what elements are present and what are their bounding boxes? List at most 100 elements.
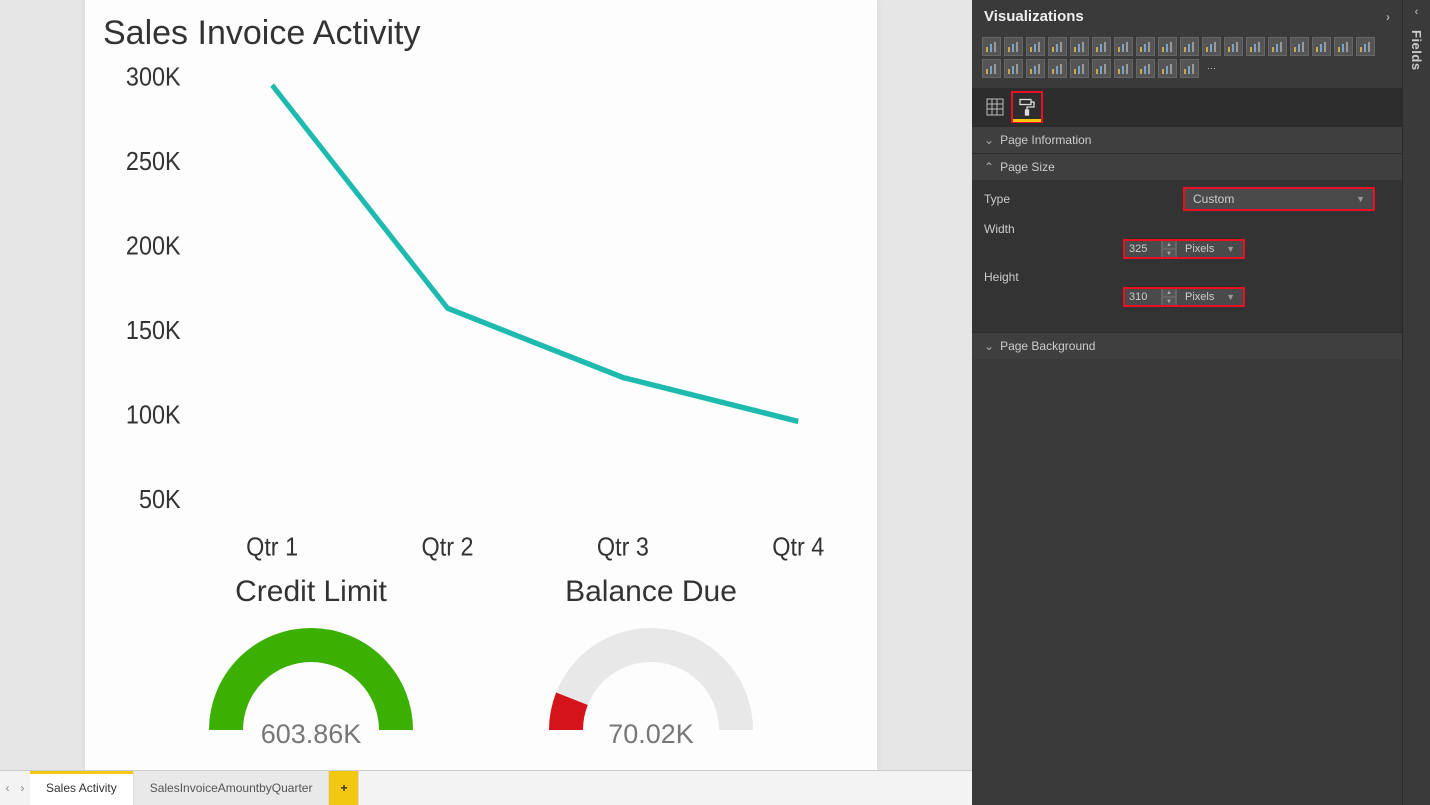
page-height-input[interactable]: ▲▼ Pixels ▼ <box>1124 288 1244 306</box>
viz-type-stacked-area-icon[interactable] <box>1158 37 1177 56</box>
y-tick-label: 150K <box>126 317 181 345</box>
y-tick-label: 200K <box>126 232 181 260</box>
viz-type-kpi-icon[interactable] <box>1114 59 1133 78</box>
chart-title: Sales Invoice Activity <box>85 0 877 55</box>
stepper-down-icon[interactable]: ▼ <box>1162 297 1176 306</box>
chevron-down-icon: ▼ <box>1226 292 1235 302</box>
stepper-up-icon[interactable]: ▲ <box>1162 240 1176 249</box>
viz-type-card-icon[interactable] <box>1070 59 1089 78</box>
viz-type-r-visual-icon[interactable] <box>1180 59 1199 78</box>
y-tick-label: 300K <box>126 63 181 91</box>
fields-pane-label: Fields <box>1409 30 1424 71</box>
height-field[interactable] <box>1124 288 1162 306</box>
gauge-icon <box>201 615 421 735</box>
chevron-down-icon: ▼ <box>1356 194 1365 204</box>
format-mode-button[interactable] <box>1012 92 1042 122</box>
kpi-value: 70.02K <box>541 719 761 750</box>
chevron-up-icon: ⌃ <box>984 160 994 174</box>
viz-type-donut-icon[interactable] <box>1312 37 1331 56</box>
viz-type-line-clustered-icon[interactable] <box>1180 37 1199 56</box>
viz-type-stacked-column-icon[interactable] <box>1026 37 1045 56</box>
viz-type-matrix-icon[interactable] <box>1004 59 1023 78</box>
line-series <box>272 85 798 421</box>
kpi-value: 603.86K <box>201 719 421 750</box>
viz-type-line-stacked-icon[interactable] <box>1202 37 1221 56</box>
viz-type-map-icon[interactable] <box>1356 37 1375 56</box>
x-tick-label: Qtr 3 <box>597 533 649 561</box>
page-tab-strip: ‹ › Sales Activity SalesInvoiceAmountbyQ… <box>0 770 972 805</box>
viz-type-waterfall-icon[interactable] <box>1246 37 1265 56</box>
viz-type-multi-row-card-icon[interactable] <box>1092 59 1111 78</box>
viz-type-table-icon[interactable] <box>982 59 1001 78</box>
page-size-section-header[interactable]: ⌃ Page Size <box>972 154 1402 180</box>
page-tab[interactable]: Sales Activity <box>30 771 134 805</box>
gauge-icon <box>541 615 761 735</box>
add-page-button[interactable]: + <box>329 771 359 805</box>
chevron-down-icon: ⌄ <box>984 339 994 353</box>
viz-type-line-icon[interactable] <box>1114 37 1133 56</box>
line-chart[interactable]: 300K 250K 200K 150K 100K 50K Qtr 1 Qtr 2… <box>85 55 877 575</box>
viz-type-treemap-icon[interactable] <box>1334 37 1353 56</box>
pane-title: Visualizations <box>984 8 1084 25</box>
y-tick-label: 50K <box>139 486 181 514</box>
tab-prev-button[interactable]: ‹ <box>0 771 15 805</box>
x-tick-label: Qtr 2 <box>422 533 474 561</box>
fields-mode-button[interactable] <box>980 92 1010 122</box>
kpi-credit-limit[interactable]: Credit Limit 603.86K <box>201 575 421 760</box>
viz-type-slicer-icon[interactable] <box>1136 59 1155 78</box>
stepper-down-icon[interactable]: ▼ <box>1162 249 1176 258</box>
more-visuals-icon[interactable]: ⋯ <box>1202 59 1221 78</box>
y-tick-label: 100K <box>126 401 181 429</box>
page-width-input[interactable]: ▲▼ Pixels ▼ <box>1124 240 1244 258</box>
viz-type-arcgis-icon[interactable] <box>1158 59 1177 78</box>
tab-next-button[interactable]: › <box>15 771 30 805</box>
stepper-up-icon[interactable]: ▲ <box>1162 288 1176 297</box>
page-tab[interactable]: SalesInvoiceAmountbyQuarter <box>134 771 330 805</box>
visualization-type-grid: ⋯ <box>972 33 1402 88</box>
kpi-row: Credit Limit 603.86K Balance Due 70 <box>85 575 877 770</box>
viz-type-scatter-icon[interactable] <box>1268 37 1287 56</box>
type-label: Type <box>984 192 1184 206</box>
viz-type-pie-icon[interactable] <box>1290 37 1309 56</box>
width-unit-dropdown[interactable]: Pixels ▼ <box>1176 240 1244 258</box>
page-information-section-header[interactable]: ⌄ Page Information <box>972 127 1402 153</box>
viz-type-clustered-bar-icon[interactable] <box>1004 37 1023 56</box>
page-size-type-dropdown[interactable]: Custom ▼ <box>1184 188 1374 210</box>
kpi-title: Credit Limit <box>201 575 421 609</box>
kpi-title: Balance Due <box>541 575 761 609</box>
viz-type-stacked-bar-icon[interactable] <box>982 37 1001 56</box>
chevron-right-icon[interactable]: › <box>1386 10 1390 24</box>
report-page: Sales Invoice Activity 300K 250K 200K 15… <box>85 0 877 770</box>
viz-type-clustered-column-100-icon[interactable] <box>1092 37 1111 56</box>
width-label: Width <box>984 222 1184 236</box>
viz-type-stacked-bar-100-icon[interactable] <box>1070 37 1089 56</box>
viz-type-gauge-icon[interactable] <box>1048 59 1067 78</box>
page-size-section-body: Type Custom ▼ Width ▲▼ Pixels ▼ <box>972 180 1402 332</box>
kpi-balance-due[interactable]: Balance Due 70.02K <box>541 575 761 760</box>
dropdown-value: Pixels <box>1185 243 1214 255</box>
grid-icon <box>986 98 1004 116</box>
visualizations-pane-header[interactable]: Visualizations › <box>972 0 1402 33</box>
chevron-down-icon: ⌄ <box>984 133 994 147</box>
height-unit-dropdown[interactable]: Pixels ▼ <box>1176 288 1244 306</box>
viz-type-area-icon[interactable] <box>1136 37 1155 56</box>
page-tab-label: Sales Activity <box>46 781 117 795</box>
x-tick-label: Qtr 1 <box>246 533 298 561</box>
viz-type-ribbon-icon[interactable] <box>1224 37 1243 56</box>
dropdown-value: Custom <box>1193 192 1234 206</box>
report-canvas-area: Sales Invoice Activity 300K 250K 200K 15… <box>0 0 972 805</box>
width-field[interactable] <box>1124 240 1162 258</box>
section-title: Page Size <box>1000 160 1055 174</box>
fields-pane-collapsed[interactable]: ‹ Fields <box>1402 0 1430 805</box>
viz-type-funnel-icon[interactable] <box>1026 59 1045 78</box>
height-label: Height <box>984 270 1184 284</box>
page-background-section-header[interactable]: ⌄ Page Background <box>972 333 1402 359</box>
x-tick-label: Qtr 4 <box>772 533 824 561</box>
format-mode-row <box>972 88 1402 126</box>
section-title: Page Information <box>1000 133 1091 147</box>
viz-type-clustered-column-icon[interactable] <box>1048 37 1067 56</box>
visualizations-pane: Visualizations › ⋯ ⌄ Page Information <box>972 0 1402 805</box>
section-title: Page Background <box>1000 339 1095 353</box>
chevron-down-icon: ▼ <box>1226 244 1235 254</box>
chevron-left-icon[interactable]: ‹ <box>1415 6 1419 18</box>
